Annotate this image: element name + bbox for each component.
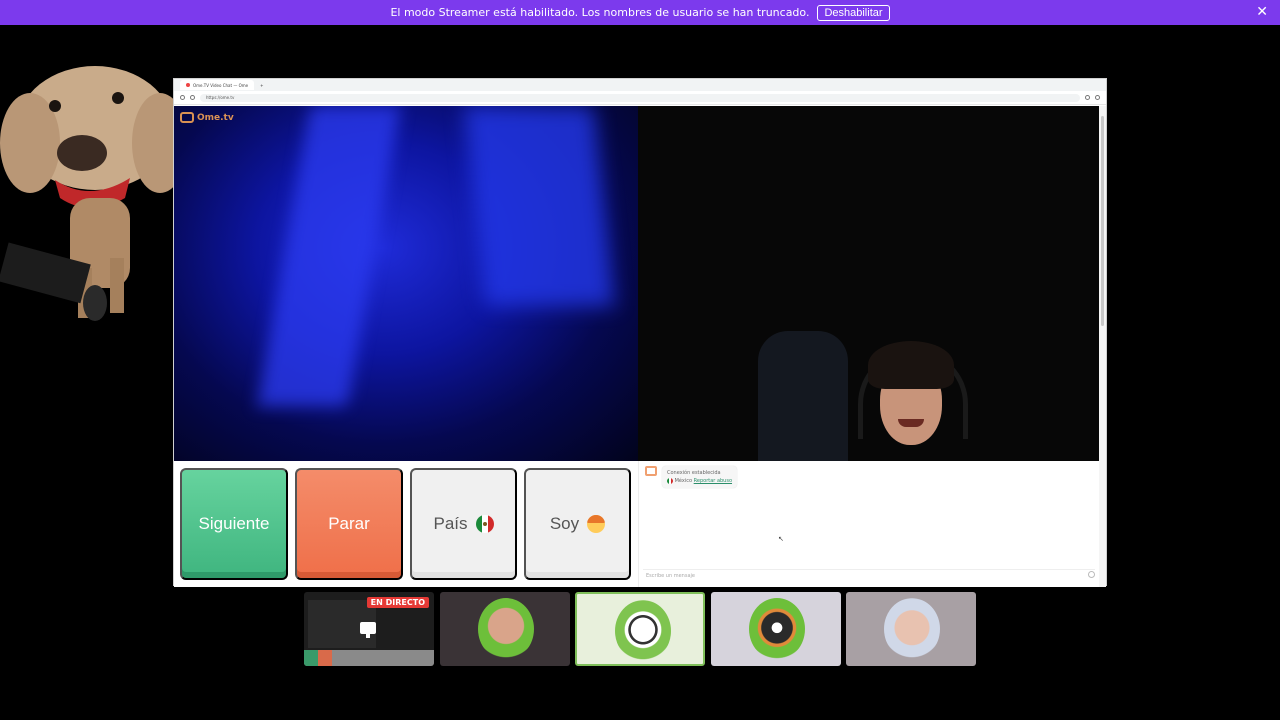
chat-panel: Conexión establecida México Reportar abu…: [638, 461, 1101, 587]
browser-window: Ome.TV Video Chat — Ome + https://ome.tv…: [173, 78, 1107, 587]
webcam-tile-2[interactable]: [440, 592, 570, 666]
page-scrollbar[interactable]: [1099, 106, 1106, 587]
info-icon[interactable]: [1088, 571, 1095, 578]
browser-tab[interactable]: Ome.TV Video Chat — Ome: [180, 80, 255, 90]
gender-button[interactable]: Soy: [524, 468, 631, 580]
reload-icon[interactable]: [180, 95, 185, 100]
home-icon[interactable]: [190, 95, 195, 100]
chat-bubble: Conexión establecida México Reportar abu…: [662, 466, 738, 488]
url-input[interactable]: https://ome.tv: [200, 93, 1080, 102]
webcam-tile-5[interactable]: [846, 592, 976, 666]
stranger-video: Ome.tv: [174, 106, 638, 461]
disable-streamer-mode-button[interactable]: Deshabilitar: [817, 4, 890, 21]
report-abuse-link[interactable]: Reportar abuso: [694, 478, 732, 484]
country-label: País: [433, 514, 468, 533]
participant-avatar: [478, 598, 534, 660]
next-button[interactable]: Siguiente: [180, 468, 288, 580]
tv-icon: [180, 112, 194, 123]
mouth-shape: [898, 419, 924, 427]
webcam-tile-1[interactable]: EN DIRECTO: [304, 592, 434, 666]
stop-button[interactable]: Parar: [295, 468, 403, 580]
mexico-flag-icon: [667, 477, 673, 484]
tab-title: Ome.TV Video Chat — Ome: [193, 82, 249, 88]
profile-icon[interactable]: [1095, 95, 1100, 100]
participant-avatar: [615, 600, 671, 662]
chat-message-input[interactable]: Escribe un mensaje: [643, 569, 1095, 581]
mexico-flag-icon: [475, 515, 494, 533]
ometv-page: Ome.tv Siguiente Parar País Soy Conexión…: [174, 106, 1101, 587]
chair-shape: [758, 331, 848, 461]
tab-bar: Ome.TV Video Chat — Ome +: [174, 79, 1106, 91]
live-badge: EN DIRECTO: [366, 597, 429, 608]
address-bar: https://ome.tv: [174, 91, 1106, 105]
banner-message: El modo Streamer está habilitado. Los no…: [390, 6, 810, 19]
country-line: México Reportar abuso: [667, 477, 732, 485]
tab-favicon-icon: [186, 83, 190, 87]
stop-label: Parar: [328, 514, 370, 533]
self-video: [638, 106, 1101, 461]
person-figure: [848, 341, 978, 461]
close-icon[interactable]: ✕: [1256, 4, 1268, 20]
participant-avatar: [884, 598, 940, 660]
logo-text: Ome.tv: [197, 112, 234, 123]
webcam-tile-4[interactable]: [711, 592, 841, 666]
system-message: Conexión establecida México Reportar abu…: [645, 466, 738, 488]
webcam-tile-3[interactable]: [575, 592, 705, 666]
new-tab-icon[interactable]: +: [260, 83, 263, 88]
boy-emoji-icon: [587, 515, 606, 533]
dog-overlay-image: [0, 66, 185, 321]
connection-status: Conexión establecida: [667, 470, 721, 476]
participant-avatar: [749, 598, 805, 660]
country-name: México: [674, 478, 693, 484]
video-blur-shape: [257, 106, 401, 406]
preview-buttons-strip: [304, 650, 434, 666]
mouse-cursor-icon: ↖: [778, 535, 784, 543]
extensions-icon[interactable]: [1085, 95, 1090, 100]
gender-label: Soy: [549, 514, 580, 533]
url-text: https://ome.tv: [206, 95, 235, 100]
tv-icon: [645, 466, 657, 476]
country-button[interactable]: País: [410, 468, 517, 580]
scroll-thumb[interactable]: [1101, 116, 1104, 326]
streamer-mode-banner: El modo Streamer está habilitado. Los no…: [0, 0, 1280, 25]
monitor-icon: [360, 622, 376, 638]
hair-shape: [868, 341, 954, 389]
ometv-logo: Ome.tv: [180, 112, 234, 123]
next-label: Siguiente: [198, 514, 270, 533]
video-blur-shape: [463, 106, 615, 306]
